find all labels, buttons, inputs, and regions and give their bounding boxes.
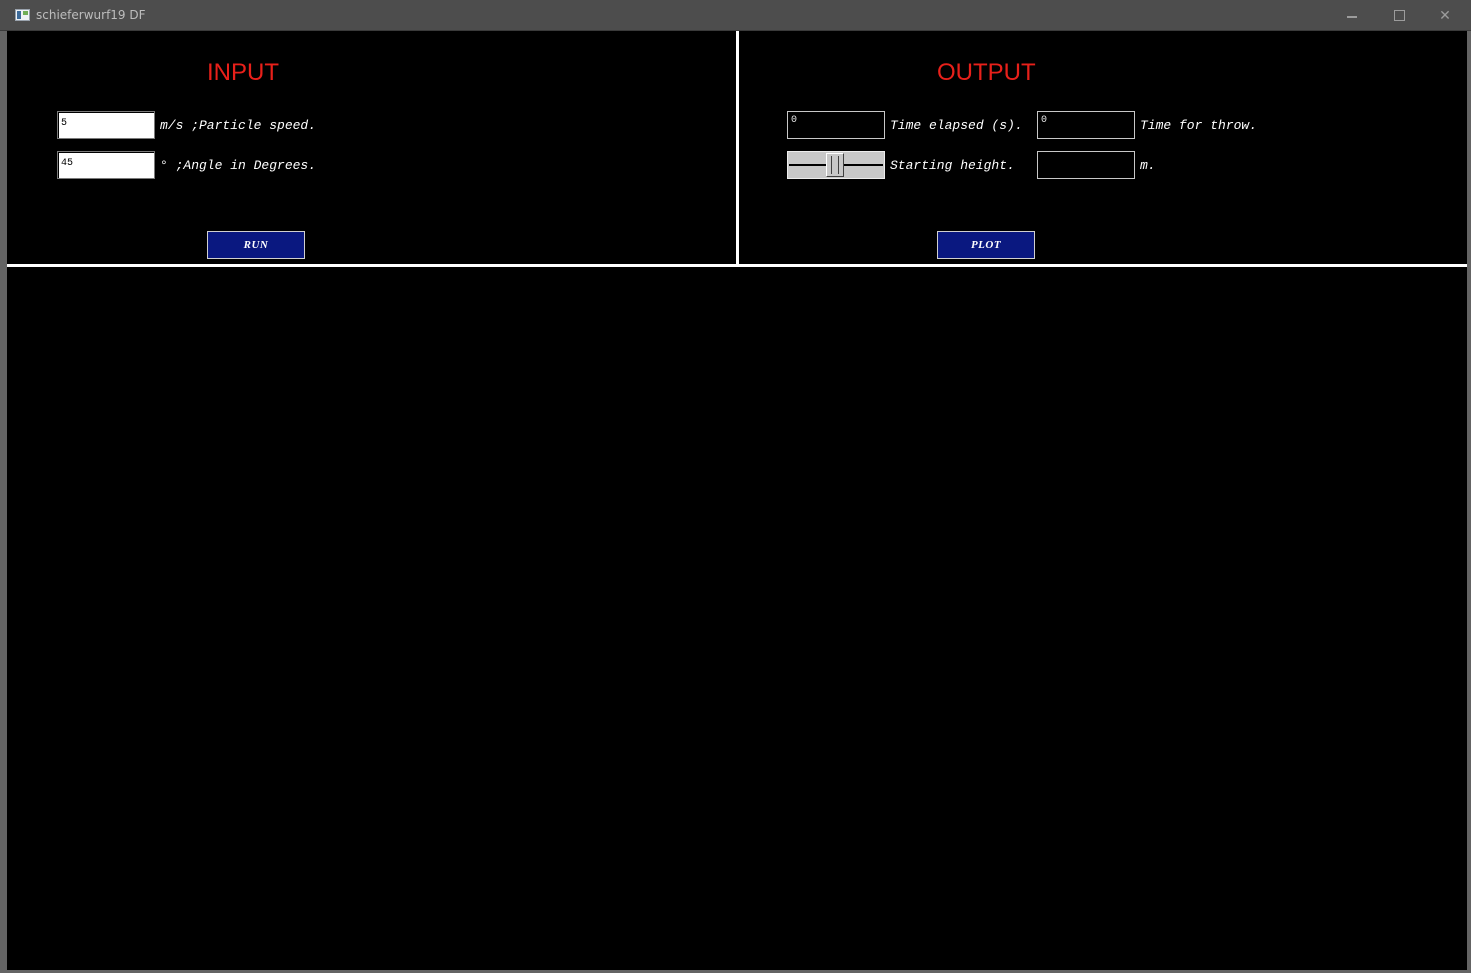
slider-thumb[interactable]: [826, 153, 844, 177]
starting-height-label: Starting height.: [890, 158, 1015, 173]
close-button[interactable]: ✕: [1422, 0, 1468, 30]
time-for-throw-label: Time for throw.: [1140, 118, 1258, 133]
particle-speed-label: m/s ;Particle speed.: [160, 118, 317, 133]
time-for-throw-field[interactable]: 0: [1037, 111, 1135, 139]
maximize-icon: [1393, 9, 1405, 21]
run-button[interactable]: RUN: [207, 231, 305, 259]
input-heading: INPUT: [207, 59, 279, 86]
angle-label: ° ;Angle in Degrees.: [160, 158, 317, 173]
title-bar: schieferwurf19 DF ✕: [0, 0, 1471, 31]
window-title: schieferwurf19 DF: [36, 8, 146, 22]
minimize-button[interactable]: [1329, 0, 1375, 30]
height-value-field[interactable]: [1037, 151, 1135, 179]
minimize-icon: [1347, 16, 1357, 18]
height-unit-label: m.: [1140, 158, 1156, 173]
particle-speed-input[interactable]: 5: [57, 111, 155, 139]
plot-button[interactable]: PLOT: [937, 231, 1035, 259]
time-elapsed-field[interactable]: 0: [787, 111, 885, 139]
time-elapsed-label: Time elapsed (s).: [890, 118, 1023, 133]
app-icon: [15, 9, 30, 21]
close-icon: ✕: [1439, 6, 1451, 23]
angle-input[interactable]: 45: [57, 151, 155, 179]
app-client-area: INPUT 5 m/s ;Particle speed. 45 ° ;Angle…: [7, 31, 1467, 970]
panel-divider-vertical: [736, 31, 739, 266]
maximize-button[interactable]: [1376, 0, 1422, 30]
starting-height-slider[interactable]: [787, 151, 885, 179]
output-heading: OUTPUT: [937, 59, 1036, 86]
plot-area[interactable]: [7, 267, 1467, 970]
